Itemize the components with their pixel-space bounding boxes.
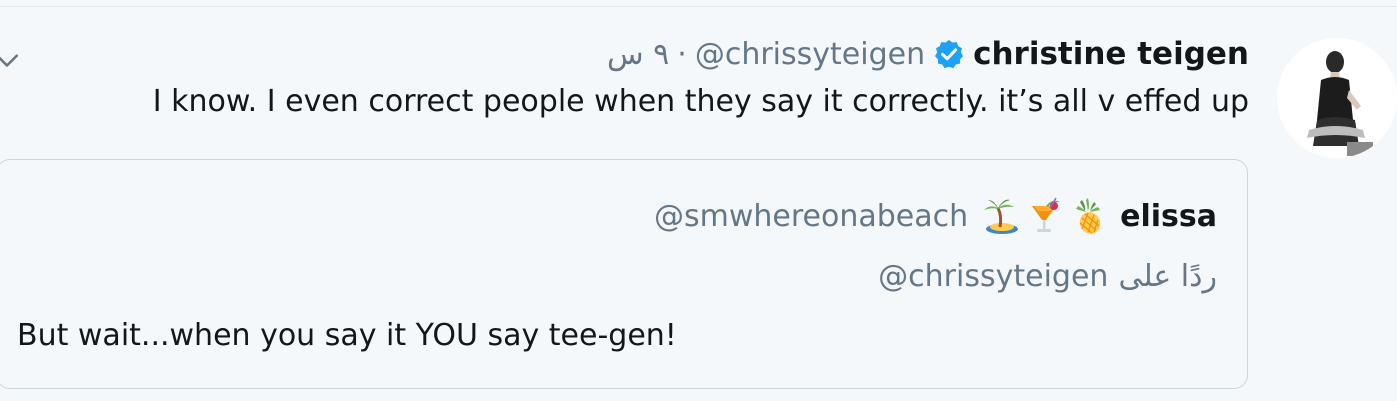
author-name[interactable]: christine teigen bbox=[973, 36, 1249, 72]
pineapple-icon bbox=[1076, 198, 1101, 234]
reply-mention-link[interactable]: @chrissyteigen bbox=[878, 259, 1108, 294]
chevron-down-icon[interactable] bbox=[0, 46, 20, 72]
tweet-header: ٩ س · @chrissyteigen christine teigen bbox=[607, 34, 1249, 74]
quoted-author-handle: @smwhereonabeach bbox=[653, 198, 969, 234]
author-handle[interactable]: @chrissyteigen bbox=[695, 37, 925, 72]
separator-dot: · bbox=[677, 36, 687, 72]
tweet-text: I know. I even correct people when they … bbox=[152, 84, 1249, 119]
divider bbox=[0, 6, 1397, 7]
avatar[interactable] bbox=[1277, 38, 1397, 158]
quoted-author-name: elissa bbox=[1120, 198, 1217, 234]
reply-label: ردًا على bbox=[1118, 258, 1217, 294]
tropical-drink-icon bbox=[1032, 197, 1061, 232]
quoted-tweet-text: But wait...when you say it YOU say tee-g… bbox=[17, 318, 677, 353]
verified-badge-icon bbox=[933, 38, 965, 70]
quoted-tweet-card[interactable]: @smwhereonabeach elissa @chrissyteigen ر… bbox=[0, 159, 1248, 389]
quoted-tweet-header: @smwhereonabeach elissa bbox=[654, 194, 1217, 238]
desert-island-icon bbox=[984, 199, 1019, 234]
reply-to-line: @chrissyteigen ردًا على bbox=[878, 256, 1217, 296]
tweet-timestamp[interactable]: ٩ س bbox=[607, 37, 669, 72]
name-emojis bbox=[980, 196, 1108, 236]
